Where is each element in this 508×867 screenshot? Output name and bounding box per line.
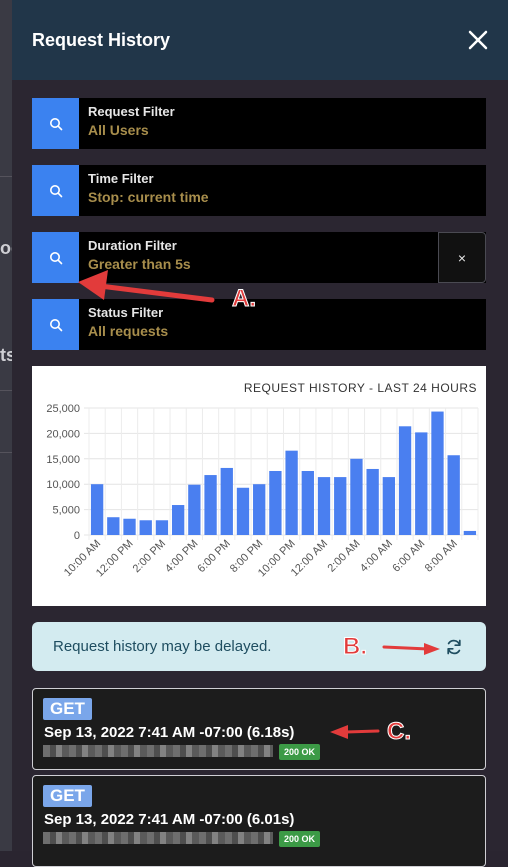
annotation-arrow-a — [97, 283, 215, 303]
annotation-label-b: B. — [343, 633, 368, 661]
annotation-label-a: A. — [232, 285, 257, 313]
annotation-arrow-c — [344, 729, 380, 734]
annotation-arrowhead-a — [78, 270, 108, 300]
annotation-arrows — [78, 270, 440, 739]
annotation-arrowhead-c — [330, 725, 348, 739]
annotation-arrow-b — [382, 645, 430, 651]
annotation-label-c: C. — [387, 718, 412, 746]
annotation-arrowhead-b — [424, 643, 440, 655]
